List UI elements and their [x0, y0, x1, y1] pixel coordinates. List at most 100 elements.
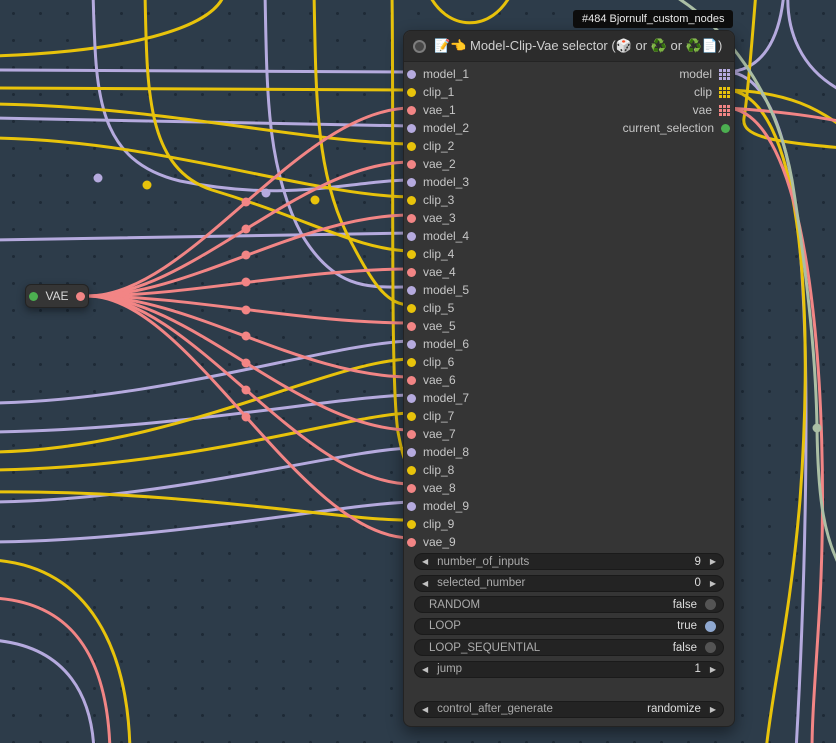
model-input-port-icon[interactable]: [407, 178, 416, 187]
clip-input-port-icon[interactable]: [407, 520, 416, 529]
clip-input-port-icon[interactable]: [407, 466, 416, 475]
vae-output-port[interactable]: [76, 292, 85, 301]
vae-output-grid-port-icon[interactable]: [719, 105, 730, 116]
widget-loop_sequential[interactable]: LOOP_SEQUENTIALfalse: [414, 639, 724, 656]
title-prefix-icons: 📝👈: [434, 38, 466, 53]
output-slot-label: vae: [693, 103, 712, 117]
increment-arrow-icon[interactable]: ▶: [710, 579, 716, 588]
vae-input-port-icon[interactable]: [407, 538, 416, 547]
input-slot-vae_8: vae_8: [404, 479, 469, 497]
wire-model: [0, 70, 411, 72]
decrement-arrow-icon[interactable]: ◀: [422, 665, 428, 674]
vae-input-port-icon[interactable]: [407, 106, 416, 115]
toggle-knob-icon[interactable]: [705, 621, 716, 632]
clip-input-port-icon[interactable]: [407, 304, 416, 313]
input-slot-label: model_2: [423, 121, 469, 135]
model-input-port-icon[interactable]: [407, 286, 416, 295]
input-slot-label: clip_9: [423, 517, 454, 531]
wire-clip: [0, 88, 411, 90]
input-slot-label: model_4: [423, 229, 469, 243]
increment-arrow-icon[interactable]: ▶: [710, 557, 716, 566]
decrement-arrow-icon[interactable]: ◀: [422, 705, 428, 714]
widgets-area: ◀number_of_inputs9▶◀selected_number0▶RAN…: [404, 553, 734, 718]
wire-clip: [428, 0, 512, 23]
wire-model: [0, 502, 411, 542]
input-slot-label: vae_6: [423, 373, 456, 387]
input-slot-clip_3: clip_3: [404, 191, 469, 209]
model-input-port-icon[interactable]: [407, 232, 416, 241]
link-midpoint-dot: [94, 174, 103, 183]
decrement-arrow-icon[interactable]: ◀: [422, 579, 428, 588]
input-slot-label: vae_3: [423, 211, 456, 225]
outputs-column: modelclipvaecurrent_selection: [623, 65, 734, 551]
vae-input-port[interactable]: [29, 292, 38, 301]
input-slot-vae_3: vae_3: [404, 209, 469, 227]
input-slot-model_8: model_8: [404, 443, 469, 461]
widget-selected_number[interactable]: ◀selected_number0▶: [414, 575, 724, 592]
input-slot-label: clip_2: [423, 139, 454, 153]
model-input-port-icon[interactable]: [407, 340, 416, 349]
vae-input-port-icon[interactable]: [407, 484, 416, 493]
wire-model: [728, 0, 784, 72]
vae-node[interactable]: VAE: [25, 284, 89, 308]
input-slot-label: clip_7: [423, 409, 454, 423]
wire-vae: [728, 108, 822, 743]
widget-loop[interactable]: LOOPtrue: [414, 618, 724, 635]
input-slot-label: model_9: [423, 499, 469, 513]
vae-input-port-icon[interactable]: [407, 376, 416, 385]
input-slot-vae_7: vae_7: [404, 425, 469, 443]
input-slot-label: clip_4: [423, 247, 454, 261]
vae-input-port-icon[interactable]: [407, 430, 416, 439]
toggle-knob-icon[interactable]: [705, 599, 716, 610]
node-title: 📝👈 Model-Clip-Vae selector (🎲 or ♻️ or ♻…: [434, 38, 722, 54]
input-slot-vae_5: vae_5: [404, 317, 469, 335]
vae-input-port-icon[interactable]: [407, 214, 416, 223]
toggle-knob-icon[interactable]: [705, 642, 716, 653]
input-slot-label: clip_1: [423, 85, 454, 99]
current_selection-output-port-icon[interactable]: [721, 124, 730, 133]
widget-random[interactable]: RANDOMfalse: [414, 596, 724, 613]
input-slot-label: model_6: [423, 337, 469, 351]
clip-input-port-icon[interactable]: [407, 196, 416, 205]
vae-input-port-icon[interactable]: [407, 160, 416, 169]
widget-jump[interactable]: ◀jump1▶: [414, 661, 724, 678]
collapse-dot-icon[interactable]: [413, 40, 426, 53]
input-slot-label: vae_9: [423, 535, 456, 549]
input-slot-clip_8: clip_8: [404, 461, 469, 479]
clip-input-port-icon[interactable]: [407, 88, 416, 97]
model-input-port-icon[interactable]: [407, 124, 416, 133]
link-midpoint-dot: [242, 278, 251, 287]
vae-node-title: VAE: [45, 289, 68, 303]
model-input-port-icon[interactable]: [407, 70, 416, 79]
clip-input-port-icon[interactable]: [407, 358, 416, 367]
input-slot-label: model_7: [423, 391, 469, 405]
input-slot-vae_4: vae_4: [404, 263, 469, 281]
increment-arrow-icon[interactable]: ▶: [710, 705, 716, 714]
model-clip-vae-selector-node[interactable]: 📝👈 Model-Clip-Vae selector (🎲 or ♻️ or ♻…: [403, 30, 735, 727]
input-slot-model_6: model_6: [404, 335, 469, 353]
widget-number_of_inputs[interactable]: ◀number_of_inputs9▶: [414, 553, 724, 570]
clip-output-grid-port-icon[interactable]: [719, 87, 730, 98]
vae-input-port-icon[interactable]: [407, 322, 416, 331]
increment-arrow-icon[interactable]: ▶: [710, 665, 716, 674]
output-slot-clip: clip: [623, 83, 734, 101]
comfyui-canvas[interactable]: { "badge": { "text": "#484 Bjornulf_cust…: [0, 0, 836, 743]
model-input-port-icon[interactable]: [407, 502, 416, 511]
node-header[interactable]: 📝👈 Model-Clip-Vae selector (🎲 or ♻️ or ♻…: [404, 31, 734, 62]
input-slot-clip_7: clip_7: [404, 407, 469, 425]
clip-input-port-icon[interactable]: [407, 142, 416, 151]
widget-control_after_generate[interactable]: ◀control_after_generaterandomize▶: [414, 701, 724, 718]
link-midpoint-dot: [311, 196, 320, 205]
decrement-arrow-icon[interactable]: ◀: [422, 557, 428, 566]
model-input-port-icon[interactable]: [407, 448, 416, 457]
model-input-port-icon[interactable]: [407, 394, 416, 403]
input-slot-model_7: model_7: [404, 389, 469, 407]
widget-label: selected_number: [437, 577, 525, 589]
wire-clip: [0, 0, 225, 56]
model-output-grid-port-icon[interactable]: [719, 69, 730, 80]
input-slot-label: vae_8: [423, 481, 456, 495]
widget-value: true: [677, 620, 697, 632]
clip-input-port-icon[interactable]: [407, 250, 416, 259]
clip-input-port-icon[interactable]: [407, 412, 416, 421]
vae-input-port-icon[interactable]: [407, 268, 416, 277]
